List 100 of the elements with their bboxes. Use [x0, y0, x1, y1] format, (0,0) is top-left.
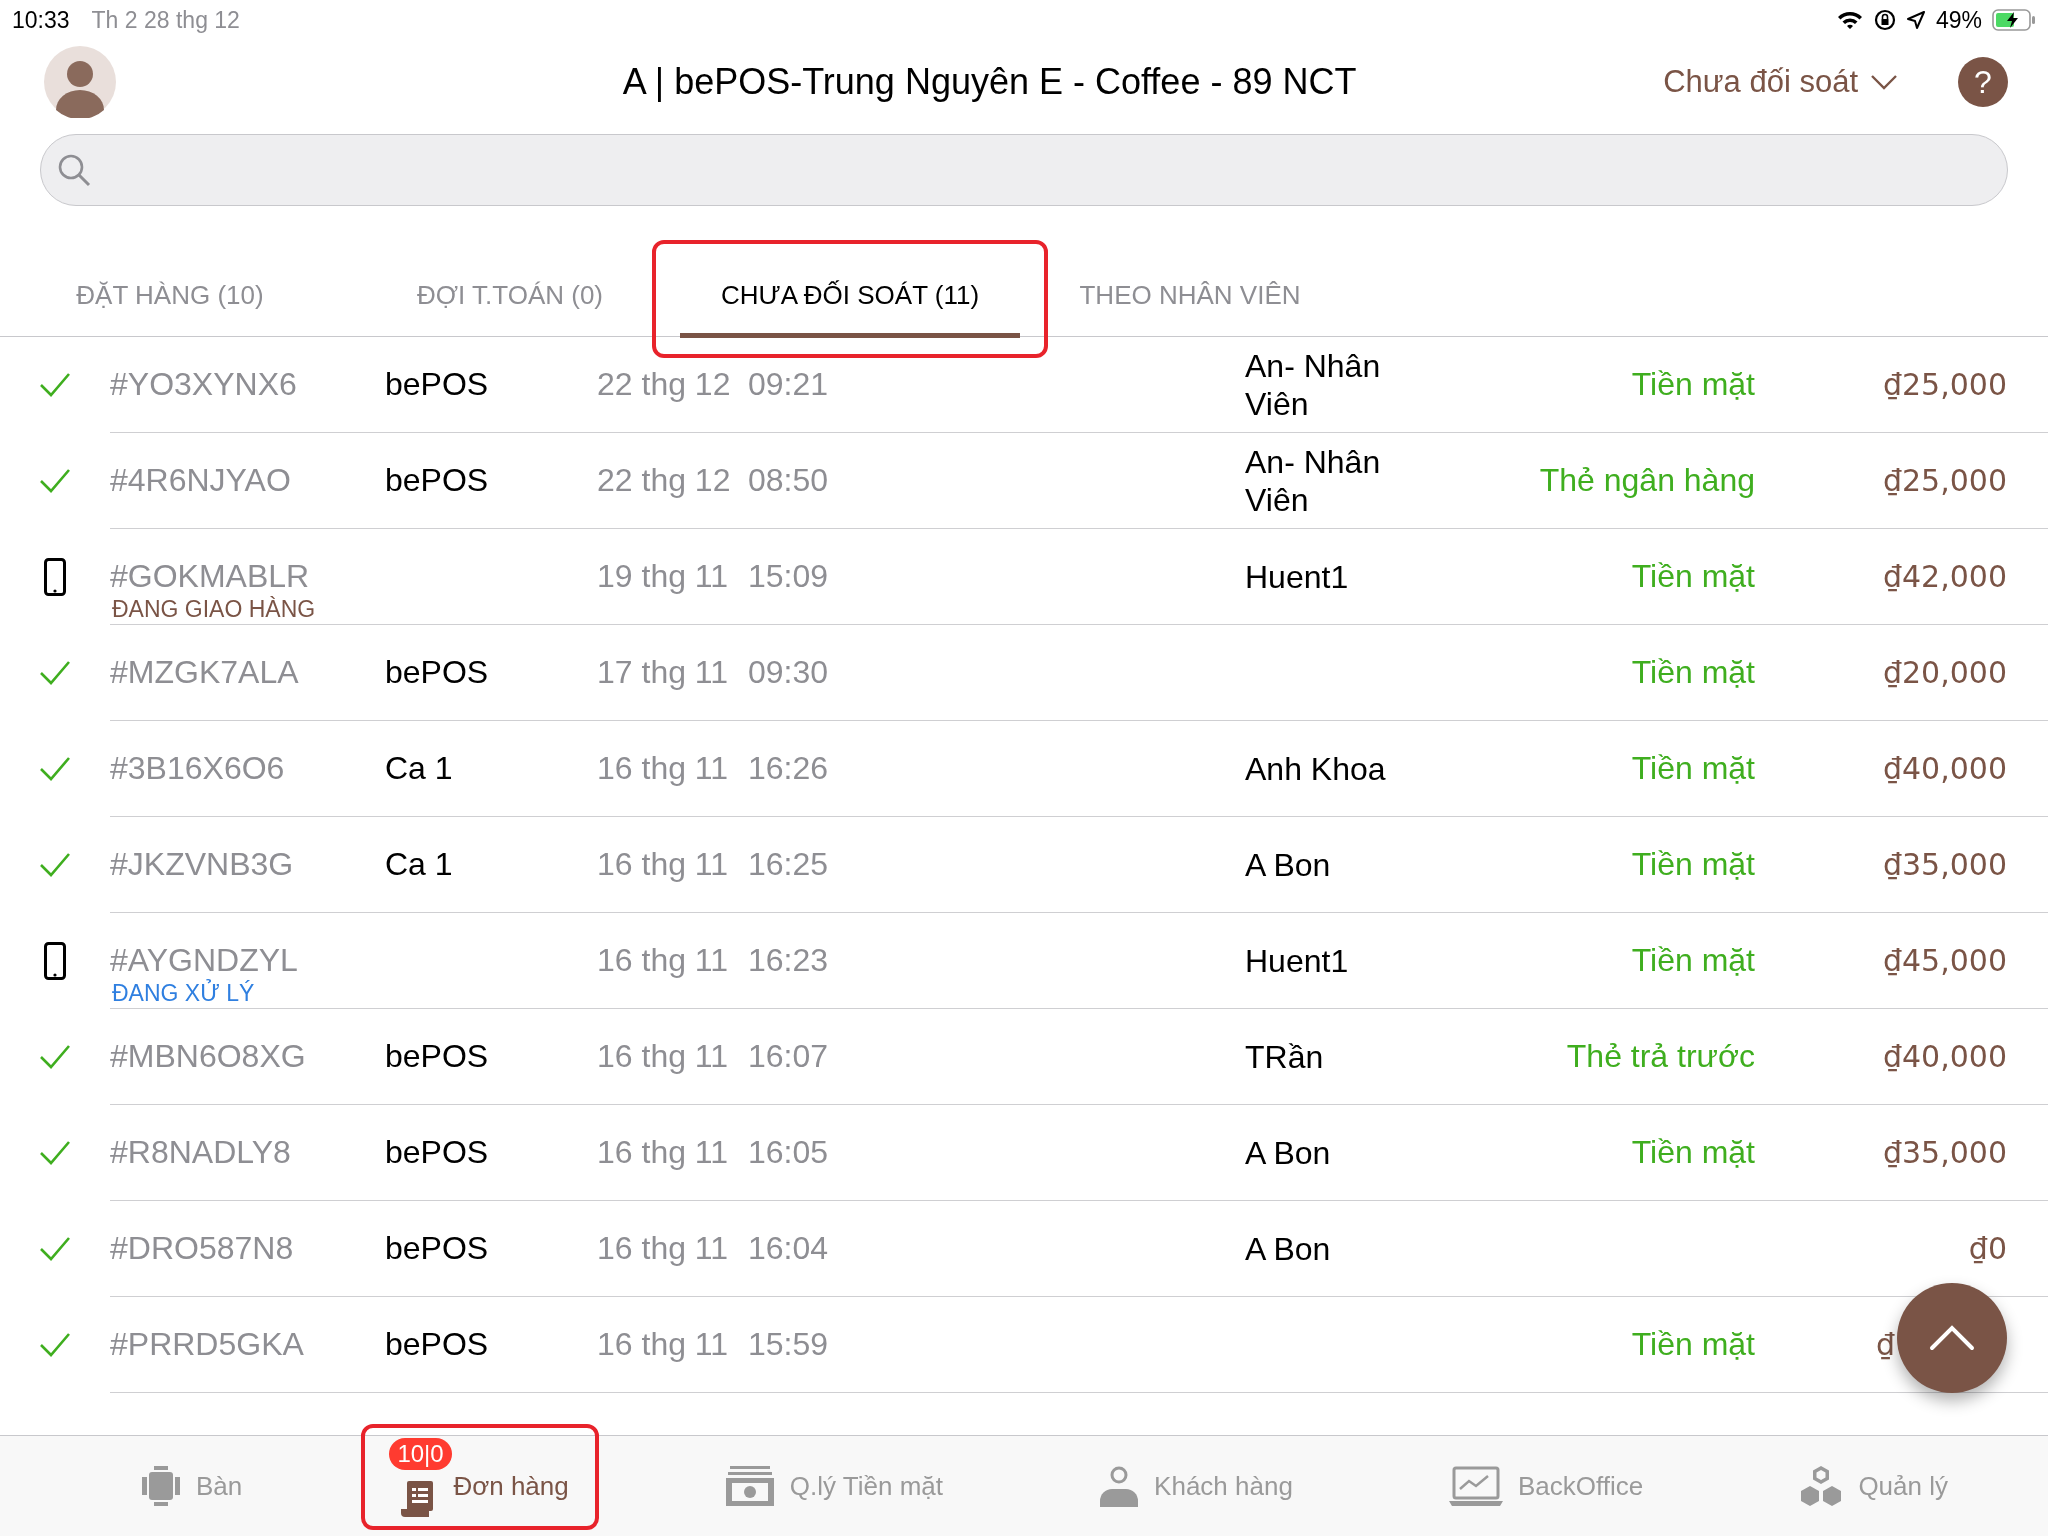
order-source: bePOS — [385, 1134, 489, 1170]
order-code: #4R6NJYAO — [110, 462, 292, 499]
order-time: 16:25 — [748, 846, 829, 882]
staff-name: A Bon — [1245, 1133, 1332, 1172]
order-date: 16 thg 11 — [597, 1134, 729, 1170]
staff-name: A Bon — [1245, 845, 1332, 884]
order-status: ĐANG XỬ LÝ — [112, 980, 255, 1007]
checkmark-icon — [39, 1044, 71, 1070]
payment-method: Tiền mặt — [1631, 1134, 1755, 1170]
payment-method: Tiền mặt — [1631, 846, 1755, 882]
order-time: 16:23 — [748, 942, 829, 978]
order-amount: ₫40,000 — [1882, 1039, 2007, 1074]
nav-tab[interactable]: Bàn — [140, 1436, 243, 1536]
battery-charging-icon — [1992, 9, 2036, 31]
staff-name: TRần — [1245, 1037, 1325, 1076]
staff-name: Anh Khoa — [1245, 749, 1387, 788]
order-time: 09:30 — [748, 654, 829, 690]
staff-name: An- Nhân Viên — [1245, 442, 1382, 519]
order-date: 17 thg 11 — [597, 654, 729, 690]
order-date: 19 thg 11 — [597, 558, 729, 594]
cash-icon — [723, 1464, 776, 1508]
nav-label: Bàn — [196, 1470, 243, 1502]
scroll-to-top-button[interactable] — [1897, 1283, 2007, 1393]
filter-dropdown[interactable]: Chưa đối soát — [1663, 64, 1898, 100]
phone-icon — [44, 942, 66, 980]
order-time: 16:07 — [748, 1038, 829, 1074]
tab[interactable]: CHƯA ĐỐI SOÁT (11) — [680, 264, 1020, 338]
order-source: Ca 1 — [385, 846, 453, 882]
nav-label: Q.lý Tiền mặt — [789, 1470, 943, 1502]
order-amount: ₫25,000 — [1882, 463, 2007, 498]
phone-icon — [44, 558, 66, 596]
order-time: 15:09 — [748, 558, 829, 594]
order-amount: ₫ — [1875, 1327, 1895, 1362]
order-code: #PRRD5GKA — [110, 1326, 305, 1363]
nav-label: Quản lý — [1858, 1470, 1948, 1502]
nav-tab[interactable]: Quản lý — [1798, 1436, 1948, 1536]
nav-tab[interactable]: BackOffice — [1448, 1436, 1644, 1536]
payment-method: Tiền mặt — [1631, 750, 1755, 786]
order-code: #3B16X6O6 — [110, 750, 286, 787]
chevron-up-icon — [1929, 1325, 1975, 1351]
order-code: #AYGNDZYL — [110, 942, 299, 979]
order-time: 09:21 — [748, 366, 829, 402]
order-time: 16:05 — [748, 1134, 829, 1170]
payment-method: Tiền mặt — [1631, 366, 1755, 402]
nav-tab[interactable]: Q.lý Tiền mặt — [723, 1436, 943, 1536]
person-icon — [1098, 1465, 1141, 1507]
nav-tab[interactable]: Khách hàng — [1098, 1436, 1293, 1536]
order-code: #MZGK7ALA — [110, 654, 300, 691]
order-source: bePOS — [385, 1038, 489, 1074]
order-date: 22 thg 12 — [597, 366, 731, 402]
checkmark-icon — [39, 1140, 71, 1166]
order-date: 16 thg 11 — [597, 1038, 729, 1074]
order-time: 15:59 — [748, 1326, 829, 1362]
order-amount: ₫45,000 — [1882, 943, 2007, 978]
order-amount: ₫35,000 — [1882, 1135, 2007, 1170]
order-date: 16 thg 11 — [597, 1230, 729, 1266]
payment-method: Tiền mặt — [1631, 558, 1755, 594]
payment-method: Tiền mặt — [1631, 1326, 1755, 1362]
order-code: #R8NADLY8 — [110, 1134, 292, 1171]
checkmark-icon — [39, 756, 71, 782]
search-icon — [57, 153, 91, 187]
order-source: bePOS — [385, 462, 489, 498]
staff-name: Huent1 — [1245, 557, 1350, 596]
order-amount: ₫20,000 — [1882, 655, 2007, 690]
battery-percent: 49% — [1935, 6, 1982, 34]
order-date: 16 thg 11 — [597, 846, 729, 882]
help-button[interactable]: ? — [1958, 57, 2008, 107]
order-source: bePOS — [385, 654, 489, 690]
nav-label: Khách hàng — [1154, 1470, 1293, 1502]
checkmark-icon — [39, 660, 71, 686]
date-text: Th 2 28 thg 12 — [91, 6, 241, 34]
order-status: ĐANG GIAO HÀNG — [112, 596, 316, 623]
order-date: 16 thg 11 — [597, 750, 729, 786]
order-source: bePOS — [385, 366, 489, 402]
order-code: #YO3XYNX6 — [110, 366, 298, 403]
chevron-down-icon — [1870, 74, 1898, 90]
order-date: 16 thg 11 — [597, 1326, 729, 1362]
rotation-lock-icon — [1873, 9, 1896, 31]
tab[interactable]: ĐẶT HÀNG (10) — [0, 264, 340, 338]
order-amount: ₫40,000 — [1882, 751, 2007, 786]
order-code: #JKZVNB3G — [110, 846, 295, 883]
avatar[interactable] — [44, 46, 116, 118]
order-source: bePOS — [385, 1326, 489, 1362]
order-source: bePOS — [385, 1230, 489, 1266]
order-source: Ca 1 — [385, 750, 453, 786]
order-code: #MBN6O8XG — [110, 1038, 307, 1075]
nav-label: BackOffice — [1518, 1470, 1644, 1502]
table-icon — [140, 1465, 182, 1507]
nav-label: Đơn hàng — [453, 1470, 569, 1502]
order-time: 08:50 — [748, 462, 829, 498]
checkmark-icon — [39, 468, 71, 494]
order-date: 22 thg 12 — [597, 462, 731, 498]
checkmark-icon — [39, 372, 71, 398]
staff-name: An- Nhân Viên — [1245, 346, 1382, 423]
tab[interactable]: ĐỢI T.TOÁN (0) — [340, 264, 680, 338]
payment-method: Tiền mặt — [1631, 654, 1755, 690]
payment-method: Thẻ ngân hàng — [1539, 462, 1755, 498]
order-amount: ₫0 — [1968, 1231, 2007, 1266]
count-badge: 10|0 — [389, 1438, 452, 1470]
tab[interactable]: THEO NHÂN VIÊN — [1020, 264, 1360, 338]
